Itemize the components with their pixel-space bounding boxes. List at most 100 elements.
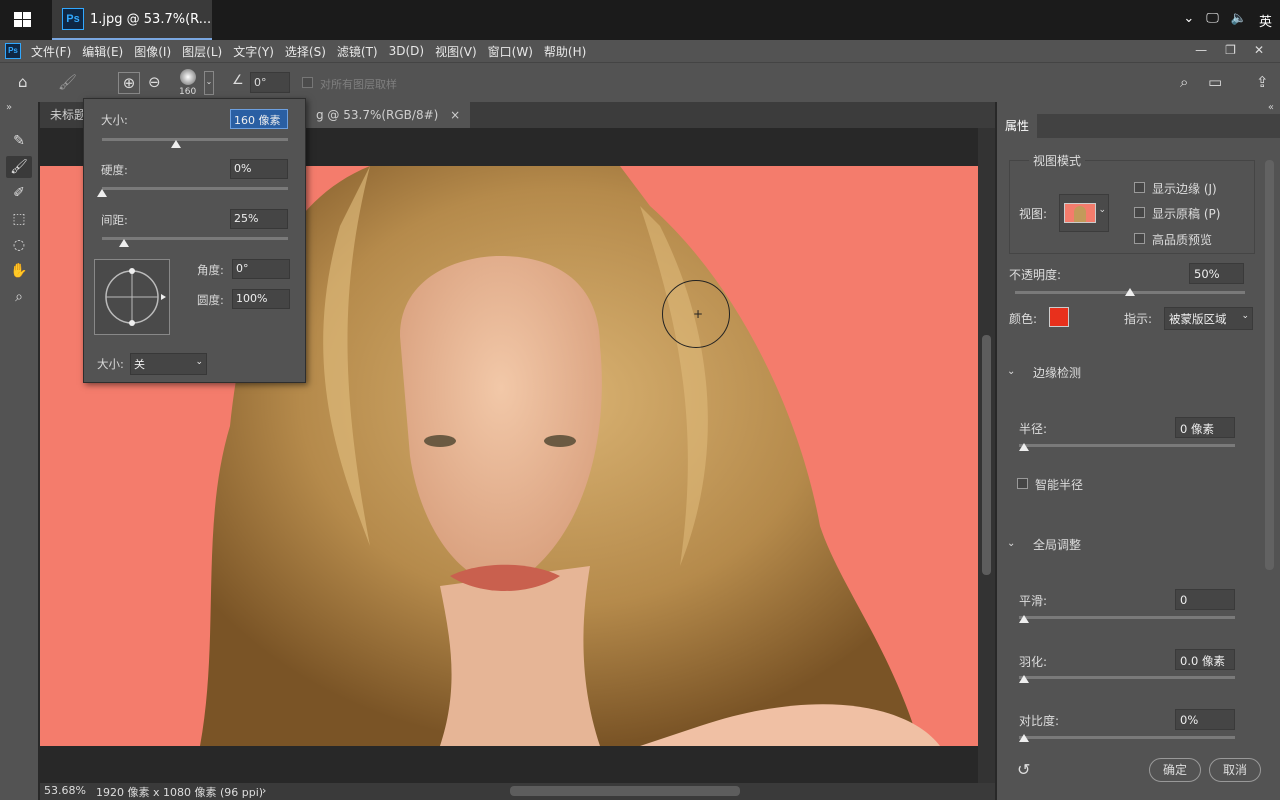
menu-filter[interactable]: 滤镜(T) — [337, 43, 378, 60]
zoom-tool-icon[interactable]: ⌕ — [6, 286, 32, 308]
indicate-value: 被蒙版区域 — [1169, 312, 1227, 326]
chevron-down-icon[interactable]: ⌄ — [1007, 538, 1015, 549]
chevron-up-icon[interactable]: ⌄ — [1183, 11, 1194, 30]
pen-size-label: 大小: — [97, 357, 124, 371]
feather-input[interactable]: 0.0 像素 — [1175, 649, 1235, 670]
menu-view[interactable]: 视图(V) — [435, 43, 477, 60]
brush-size-slider[interactable] — [102, 138, 288, 141]
home-icon[interactable]: ⌂ — [18, 73, 28, 91]
hq-preview-checkbox[interactable] — [1134, 233, 1145, 244]
hardness-slider[interactable] — [102, 187, 288, 190]
angle-icon: ∠ — [232, 73, 244, 88]
spacing-slider[interactable] — [102, 237, 288, 240]
menu-select[interactable]: 选择(S) — [285, 43, 326, 60]
collapse-toolbar-icon[interactable]: » — [6, 102, 12, 113]
windows-start-icon[interactable] — [14, 12, 32, 28]
menu-image[interactable]: 图像(I) — [134, 43, 171, 60]
volume-icon[interactable]: 🔈 — [1231, 11, 1247, 30]
angle-input[interactable]: 0° — [232, 259, 290, 279]
workspace-icon[interactable]: ▭ — [1208, 73, 1222, 91]
opacity-input[interactable]: 50% — [1189, 263, 1244, 284]
vertical-scroll-thumb[interactable] — [982, 335, 991, 575]
hardness-slider-thumb[interactable] — [97, 189, 107, 197]
brush-tool-icon[interactable]: ✐ — [6, 182, 32, 204]
subtract-selection-icon[interactable]: ⊖ — [148, 73, 161, 91]
hardness-input[interactable]: 0% — [230, 159, 288, 179]
menu-3d[interactable]: 3D(D) — [389, 44, 424, 58]
object-selection-tool-icon[interactable]: ⬚ — [6, 208, 32, 230]
menu-edit[interactable]: 编辑(E) — [82, 43, 123, 60]
photoshop-logo-icon: Ps — [5, 43, 21, 59]
add-to-selection-icon[interactable]: ⊕ — [118, 72, 140, 94]
tab-active-document[interactable]: g @ 53.7%(RGB/8#) × — [306, 102, 471, 128]
tools-panel: » ✎ 🖌 ✐ ⬚ ◌ ✋ ⌕ — [0, 102, 38, 800]
brush-picker-chevron-icon[interactable]: ⌄ — [204, 71, 214, 95]
close-icon[interactable]: ✕ — [1254, 43, 1264, 57]
contrast-slider[interactable] — [1019, 736, 1235, 739]
show-original-checkbox[interactable] — [1134, 207, 1145, 218]
refine-edge-brush-tool-icon[interactable]: 🖌 — [6, 156, 32, 178]
smooth-slider[interactable] — [1019, 616, 1235, 619]
global-refinements-section[interactable]: 全局调整 — [1033, 536, 1081, 553]
hand-tool-icon[interactable]: ✋ — [6, 260, 32, 282]
menu-window[interactable]: 窗口(W) — [488, 43, 533, 60]
minimize-icon[interactable]: — — [1195, 43, 1207, 57]
chevron-down-icon[interactable]: ⌄ — [1007, 366, 1015, 377]
tab-close-icon[interactable]: × — [450, 108, 460, 122]
pen-size-value: 关 — [134, 358, 145, 371]
radius-slider[interactable] — [1019, 444, 1235, 447]
edge-detection-section[interactable]: 边缘检测 — [1033, 364, 1081, 381]
smooth-label: 平滑: — [1019, 594, 1048, 608]
restore-icon[interactable]: ❐ — [1225, 43, 1236, 57]
contrast-input[interactable]: 0% — [1175, 709, 1235, 730]
sample-all-layers-checkbox[interactable] — [302, 77, 313, 88]
menu-type[interactable]: 文字(Y) — [233, 43, 274, 60]
brush-tip-icon[interactable] — [180, 69, 196, 85]
refine-brush-icon[interactable]: 🖌 — [58, 73, 77, 91]
ime-indicator[interactable]: 英 — [1259, 11, 1272, 30]
spacing-input[interactable]: 25% — [230, 209, 288, 229]
zoom-level[interactable]: 53.68% — [44, 784, 86, 797]
taskbar-window-title: 1.jpg @ 53.7%(R... — [90, 12, 212, 27]
indicate-select[interactable]: 被蒙版区域 ⌄ — [1164, 307, 1253, 330]
smooth-slider-thumb[interactable] — [1019, 615, 1029, 623]
status-menu-chevron-icon[interactable]: › — [262, 784, 266, 797]
share-icon[interactable]: ⇪ — [1256, 73, 1269, 91]
angle-input[interactable]: 0° — [250, 72, 290, 93]
reset-icon[interactable]: ↺ — [1017, 760, 1030, 779]
show-edge-checkbox[interactable] — [1134, 182, 1145, 193]
quick-selection-tool-icon[interactable]: ✎ — [6, 130, 32, 152]
smooth-input[interactable]: 0 — [1175, 589, 1235, 610]
ok-button[interactable]: 确定 — [1149, 758, 1201, 782]
menu-help[interactable]: 帮助(H) — [544, 43, 586, 60]
search-icon[interactable]: ⌕ — [1180, 73, 1188, 91]
collapse-panel-icon[interactable]: « — [1268, 102, 1274, 113]
smart-radius-checkbox[interactable] — [1017, 478, 1028, 489]
brush-size-input[interactable]: 160 像素 — [230, 109, 288, 129]
feather-slider[interactable] — [1019, 676, 1235, 679]
feather-slider-thumb[interactable] — [1019, 675, 1029, 683]
spacing-slider-thumb[interactable] — [119, 239, 130, 247]
contrast-slider-thumb[interactable] — [1019, 734, 1029, 742]
brush-size-slider-thumb[interactable] — [171, 140, 182, 148]
panel-scroll-thumb[interactable] — [1265, 160, 1274, 570]
menu-file[interactable]: 文件(F) — [31, 43, 71, 60]
lasso-tool-icon[interactable]: ◌ — [6, 234, 32, 256]
radius-input[interactable]: 0 像素 — [1175, 417, 1235, 438]
overlay-color-swatch[interactable] — [1049, 307, 1069, 327]
view-mode-dropdown[interactable]: ⌄ — [1059, 194, 1109, 232]
roundness-input[interactable]: 100% — [232, 289, 290, 309]
menu-layer[interactable]: 图层(L) — [182, 43, 222, 60]
cancel-button[interactable]: 取消 — [1209, 758, 1261, 782]
photoshop-taskbar-button[interactable]: Ps 1.jpg @ 53.7%(R... — [52, 0, 212, 40]
network-icon[interactable]: 🖵 — [1206, 11, 1219, 30]
color-label: 颜色: — [1009, 312, 1038, 326]
radius-slider-thumb[interactable] — [1019, 443, 1029, 451]
hardness-label: 硬度: — [101, 163, 128, 177]
tab-properties[interactable]: 属性 — [997, 114, 1038, 138]
properties-panel: « 属性 视图模式 视图: ⌄ 显示边缘 (J) 显示原稿 (P) 高品质预览 … — [997, 102, 1280, 800]
brush-shape-preview[interactable] — [94, 259, 170, 335]
opacity-slider-thumb[interactable] — [1125, 288, 1135, 296]
horizontal-scroll-thumb[interactable] — [510, 786, 740, 796]
pen-size-select[interactable]: 关 ⌄ — [130, 353, 207, 375]
